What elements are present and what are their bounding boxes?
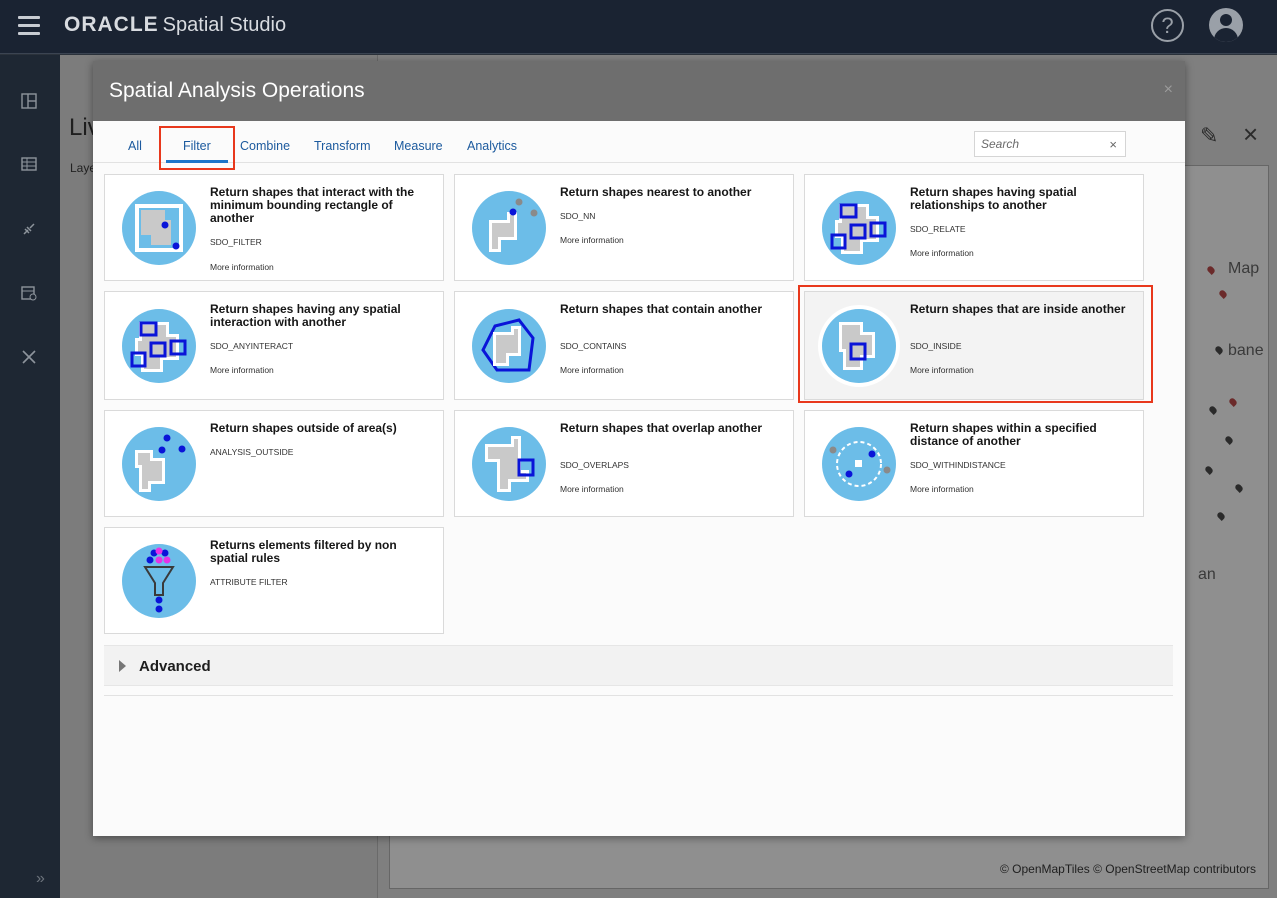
- advanced-section-toggle[interactable]: Advanced: [104, 645, 1173, 686]
- operation-card-sdo-contains[interactable]: Return shapes that contain another SDO_C…: [454, 291, 794, 400]
- divider: [104, 695, 1173, 696]
- map-label: bane: [1228, 342, 1264, 359]
- connections-icon[interactable]: [20, 221, 38, 239]
- datasets-icon[interactable]: [20, 157, 38, 175]
- more-information-link[interactable]: More information: [910, 484, 974, 494]
- operation-card-sdo-filter[interactable]: Return shapes that interact with the min…: [104, 174, 444, 281]
- expand-caret-icon: [119, 660, 126, 672]
- more-information-link[interactable]: More information: [560, 484, 624, 494]
- tab-analytics[interactable]: Analytics: [467, 139, 517, 153]
- map-marker: [1216, 511, 1226, 521]
- map-attribution: © OpenMapTiles © OpenStreetMap contribut…: [999, 862, 1256, 876]
- map-marker: [1204, 465, 1214, 475]
- tools-icon[interactable]: [20, 349, 38, 367]
- card-title: Return shapes that interact with the min…: [210, 185, 415, 225]
- card-code: SDO_CONTAINS: [560, 341, 627, 351]
- dialog-title: Spatial Analysis Operations: [109, 79, 365, 102]
- more-information-link[interactable]: More information: [560, 235, 624, 245]
- left-navigation-rail: »: [0, 55, 60, 898]
- tab-highlight-box: [159, 126, 235, 170]
- card-title: Returns elements filtered by non spatial…: [210, 538, 397, 565]
- operation-card-sdo-nn[interactable]: Return shapes nearest to another SDO_NN …: [454, 174, 794, 281]
- more-information-link[interactable]: More information: [560, 365, 624, 375]
- close-icon[interactable]: ×: [1164, 81, 1173, 99]
- card-code: SDO_OVERLAPS: [560, 460, 629, 470]
- operation-card-attribute-filter[interactable]: Returns elements filtered by non spatial…: [104, 527, 444, 634]
- menu-icon[interactable]: [18, 16, 40, 36]
- operation-card-sdo-withindistance[interactable]: Return shapes within a specified distanc…: [804, 410, 1144, 517]
- card-code: SDO_RELATE: [910, 224, 966, 234]
- operation-card-analysis-outside[interactable]: Return shapes outside of area(s) ANALYSI…: [104, 410, 444, 517]
- card-title: Return shapes that overlap another: [560, 421, 763, 435]
- tab-measure[interactable]: Measure: [394, 139, 443, 153]
- map-marker: [1224, 435, 1234, 445]
- dialog-header: Spatial Analysis Operations ×: [93, 61, 1185, 121]
- map-label: an: [1198, 566, 1216, 583]
- spatial-analysis-dialog: Spatial Analysis Operations × All Filter…: [93, 61, 1185, 836]
- tab-combine[interactable]: Combine: [240, 139, 290, 153]
- card-code: SDO_WITHINDISTANCE: [910, 460, 1006, 470]
- tab-all[interactable]: All: [128, 139, 142, 153]
- card-code: ATTRIBUTE FILTER: [210, 577, 288, 587]
- expand-rail-icon[interactable]: »: [36, 870, 45, 888]
- map-marker: [1228, 397, 1238, 407]
- search-box: ×: [974, 131, 1126, 157]
- card-title: Return shapes nearest to another: [560, 185, 752, 199]
- card-code: SDO_ANYINTERACT: [210, 341, 294, 351]
- card-title: Return shapes that contain another: [560, 302, 763, 316]
- overlap-icon: [472, 427, 546, 501]
- selected-card-highlight-box: [798, 285, 1153, 403]
- clear-search-icon[interactable]: ×: [1109, 137, 1117, 152]
- map-marker: [1208, 405, 1218, 415]
- brand-name: ORACLE: [64, 13, 159, 36]
- contains-icon: [472, 309, 546, 383]
- background-close-icon: ×: [1243, 119, 1259, 149]
- search-input[interactable]: [975, 132, 1105, 156]
- map-marker: [1214, 345, 1224, 355]
- outside-icon: [122, 427, 196, 501]
- mbr-filter-icon: [122, 191, 196, 265]
- card-code: SDO_FILTER: [210, 237, 262, 247]
- anyinteract-icon: [122, 309, 196, 383]
- card-title: Return shapes having any spatial interac…: [210, 302, 401, 329]
- user-avatar-icon[interactable]: [1209, 8, 1243, 42]
- map-marker: [1218, 289, 1228, 299]
- product-name: Spatial Studio: [162, 14, 287, 36]
- advanced-label: Advanced: [139, 658, 211, 675]
- jobs-icon[interactable]: [20, 285, 38, 303]
- card-title: Return shapes having spatial relationshi…: [910, 185, 1077, 212]
- relate-icon: [822, 191, 896, 265]
- attribute-filter-icon: [122, 544, 196, 618]
- operation-card-sdo-relate[interactable]: Return shapes having spatial relationshi…: [804, 174, 1144, 281]
- more-information-link[interactable]: More information: [210, 262, 274, 272]
- more-information-link[interactable]: More information: [910, 248, 974, 258]
- tab-transform[interactable]: Transform: [314, 139, 371, 153]
- app-brand: ORACLE Spatial Studio: [64, 13, 286, 37]
- card-code: SDO_NN: [560, 211, 596, 221]
- nearest-neighbor-icon: [472, 191, 546, 265]
- edit-icon: ✎: [1200, 123, 1219, 148]
- help-icon[interactable]: ?: [1151, 9, 1184, 42]
- operation-card-sdo-overlaps[interactable]: Return shapes that overlap another SDO_O…: [454, 410, 794, 517]
- top-bar: ORACLE Spatial Studio ?: [0, 0, 1277, 54]
- card-code: ANALYSIS_OUTSIDE: [210, 447, 294, 457]
- map-marker: [1234, 483, 1244, 493]
- map-marker: [1206, 265, 1216, 275]
- card-title: Return shapes within a specified distanc…: [910, 421, 1097, 448]
- map-label: Map: [1228, 260, 1260, 277]
- dashboard-icon[interactable]: [20, 93, 38, 111]
- within-distance-icon: [822, 427, 896, 501]
- operation-card-sdo-anyinteract[interactable]: Return shapes having any spatial interac…: [104, 291, 444, 400]
- more-information-link[interactable]: More information: [210, 365, 274, 375]
- card-title: Return shapes outside of area(s): [210, 421, 397, 435]
